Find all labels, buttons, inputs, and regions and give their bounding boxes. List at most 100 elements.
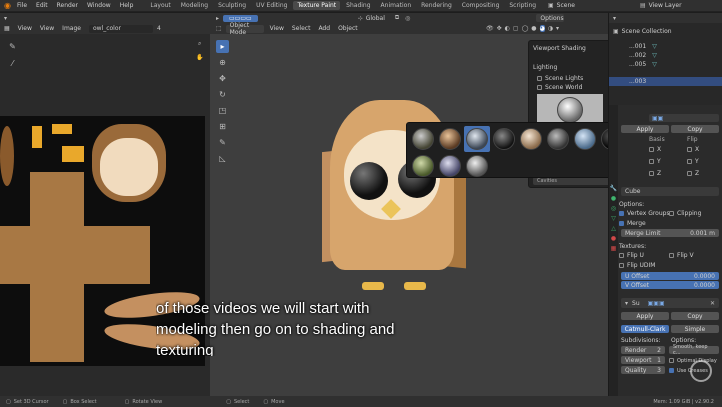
tab-uv-editing[interactable]: UV Editing xyxy=(252,1,291,10)
hdri-option-4[interactable] xyxy=(491,126,517,152)
catmull-clark-button[interactable]: Catmull-Clark xyxy=(621,325,669,333)
cavity-dropdown[interactable]: Cavities xyxy=(533,177,619,185)
hdri-option-10[interactable] xyxy=(437,153,463,179)
hdri-option-5[interactable] xyxy=(518,126,544,152)
proportional-icon[interactable]: ◎ xyxy=(405,15,410,22)
simple-button[interactable]: Simple xyxy=(671,325,719,333)
blender-logo-icon[interactable]: ◉ xyxy=(4,1,11,10)
overlays-icon[interactable]: ◐ xyxy=(505,25,510,32)
flip-x[interactable]: X xyxy=(687,145,699,154)
merge-limit-field[interactable]: Merge Limit 0.001 m xyxy=(621,229,719,237)
outliner-filter-icon[interactable]: ▾ xyxy=(613,15,616,22)
modifier-name-row[interactable]: Cube xyxy=(621,187,719,196)
menu-help[interactable]: Help xyxy=(120,2,134,9)
select-box-icon[interactable]: ▸ xyxy=(216,15,219,22)
transform-orientation[interactable]: Global xyxy=(366,15,385,22)
uv-smooth-dropdown[interactable]: Smooth, keep c... xyxy=(669,344,719,356)
tab-animation[interactable]: Animation xyxy=(377,1,416,10)
tool-tab-icon[interactable]: 🔧 xyxy=(610,185,617,192)
tab-rendering[interactable]: Rendering xyxy=(417,1,456,10)
viewport-levels-field[interactable]: Viewport 1 xyxy=(621,356,665,364)
zoom-icon[interactable]: ⌕ xyxy=(196,40,203,48)
modifier-header-icons[interactable]: ▣▣ xyxy=(652,115,663,122)
flip-v-checkbox[interactable]: Flip V xyxy=(665,251,694,260)
subsurf-header[interactable]: ▾ Su ▣▣▣ ✕ xyxy=(621,298,719,308)
flip-udim-checkbox[interactable]: Flip UDIM xyxy=(615,261,655,270)
menu-3d-add[interactable]: Add xyxy=(318,25,330,32)
tab-scripting[interactable]: Scripting xyxy=(505,1,540,10)
sample-color-tool[interactable]: ✎ xyxy=(6,40,19,53)
hdri-option-2[interactable] xyxy=(437,126,463,152)
scene-collection-row[interactable]: ▣ Scene Collection xyxy=(609,27,722,36)
scale-tool[interactable]: ◳ xyxy=(216,104,229,117)
basis-x[interactable]: X xyxy=(649,145,661,154)
expand-arrow-icon[interactable]: ▾ xyxy=(625,300,628,307)
clipping-checkbox[interactable]: Clipping xyxy=(665,209,701,218)
menu-view-b[interactable]: View xyxy=(40,25,54,32)
merge-checkbox[interactable]: Merge xyxy=(615,219,646,228)
copy-button[interactable]: Copy xyxy=(671,125,719,133)
visibility-icon[interactable]: 👁 xyxy=(486,25,494,32)
hdri-option-3[interactable] xyxy=(464,126,490,152)
v-offset-field[interactable]: V Offset 0.0000 xyxy=(621,281,719,289)
delete-modifier-icon[interactable]: ✕ xyxy=(710,300,715,307)
render-levels-field[interactable]: Render 2 xyxy=(621,346,665,354)
xray-icon[interactable]: ▢ xyxy=(513,25,519,32)
image-selector[interactable]: owl_color xyxy=(88,24,153,33)
outliner-item-3[interactable]: ...005 ▽ xyxy=(609,60,722,69)
cursor-tool[interactable]: ⊕ xyxy=(216,56,229,69)
menu-3d-view[interactable]: View xyxy=(270,25,284,32)
tab-compositing[interactable]: Compositing xyxy=(458,1,504,10)
solid-shading-icon[interactable]: ● xyxy=(531,25,536,32)
snap-icon[interactable]: ⧉ xyxy=(395,14,399,22)
hdri-option-1[interactable] xyxy=(410,126,436,152)
view-layer-name[interactable]: View Layer xyxy=(649,2,682,9)
draw-tool[interactable]: ⁄ xyxy=(6,57,19,70)
rotate-tool[interactable]: ↻ xyxy=(216,88,229,101)
outliner-item-selected[interactable]: ...003 xyxy=(609,77,722,86)
flip-u-checkbox[interactable]: Flip U xyxy=(615,251,644,260)
tab-modeling[interactable]: Modeling xyxy=(177,1,212,10)
basis-y[interactable]: Y xyxy=(649,157,661,166)
menu-render[interactable]: Render xyxy=(57,2,78,9)
particles-tab-icon[interactable]: ● xyxy=(611,195,616,202)
tab-shading[interactable]: Shading xyxy=(342,1,374,10)
material-shading-icon[interactable]: ◕ xyxy=(539,25,545,32)
menu-file[interactable]: File xyxy=(17,2,27,9)
flip-z[interactable]: Z xyxy=(687,169,699,178)
hdri-option-6[interactable] xyxy=(545,126,571,152)
select-mode-icons[interactable]: ▭▭▭▭ xyxy=(223,14,258,22)
tab-layout[interactable]: Layout xyxy=(146,1,174,10)
menu-3d-select[interactable]: Select xyxy=(292,25,311,32)
measure-tool[interactable]: ◺ xyxy=(216,152,229,165)
menu-3d-object[interactable]: Object xyxy=(338,25,358,32)
tab-texture-paint[interactable]: Texture Paint xyxy=(293,1,341,10)
menu-edit[interactable]: Edit xyxy=(36,2,48,9)
move-tool[interactable]: ✥ xyxy=(216,72,229,85)
transform-tool[interactable]: ⊞ xyxy=(216,120,229,133)
select-tool[interactable]: ▸ xyxy=(216,40,229,53)
editor-type-icon[interactable]: ▦ xyxy=(4,25,10,32)
tool-settings-icon[interactable]: ▾ xyxy=(4,15,7,22)
scene-name[interactable]: Scene xyxy=(557,2,575,9)
rendered-shading-icon[interactable]: ◑ xyxy=(548,25,553,32)
annotate-tool[interactable]: ✎ xyxy=(216,136,229,149)
mode-selector[interactable]: Object Mode xyxy=(225,22,264,36)
u-offset-field[interactable]: U Offset 0.0000 xyxy=(621,272,719,280)
vertex-groups-checkbox[interactable]: Vertex Groups xyxy=(615,209,670,218)
shading-dropdown-icon[interactable]: ▾ xyxy=(556,25,559,32)
apply-button[interactable]: Apply xyxy=(621,125,669,133)
hdri-option-11[interactable] xyxy=(464,153,490,179)
outliner-item-1[interactable]: ...001 ▽ xyxy=(609,42,722,51)
outliner-item-2[interactable]: ...002 ▽ xyxy=(609,51,722,60)
quality-field[interactable]: Quality 3 xyxy=(621,366,665,374)
flip-y[interactable]: Y xyxy=(687,157,699,166)
options-dropdown[interactable]: Options xyxy=(536,14,565,22)
copy2-button[interactable]: Copy xyxy=(671,312,719,320)
menu-view-a[interactable]: View xyxy=(18,25,32,32)
material-tab-icon[interactable]: ● xyxy=(611,235,616,242)
editor-type-icon-3d[interactable]: ⬚ xyxy=(216,25,222,32)
gizmo-icon[interactable]: ✥ xyxy=(497,25,502,32)
apply2-button[interactable]: Apply xyxy=(621,312,669,320)
hdri-option-9[interactable] xyxy=(410,153,436,179)
